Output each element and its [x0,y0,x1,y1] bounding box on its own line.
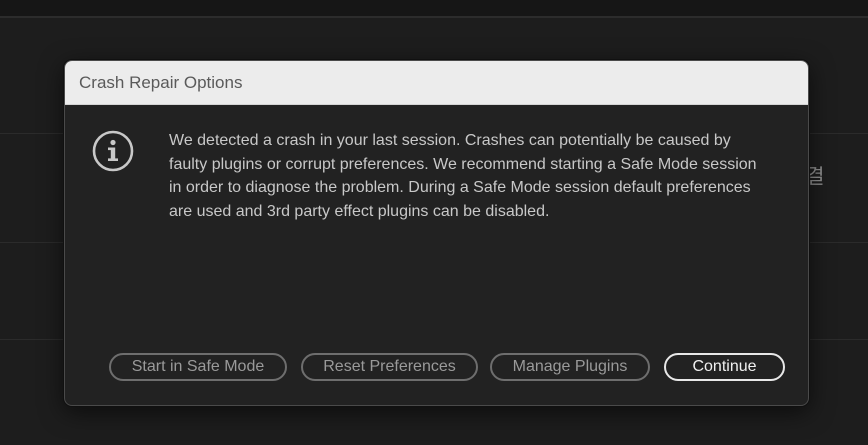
info-icon [92,130,134,172]
continue-button[interactable]: Continue [664,353,785,381]
reset-preferences-button[interactable]: Reset Preferences [301,353,478,381]
crash-repair-dialog: Crash Repair Options We detected a crash… [64,60,809,406]
start-safe-mode-button[interactable]: Start in Safe Mode [109,353,287,381]
manage-plugins-button[interactable]: Manage Plugins [490,353,650,381]
app-top-bar [0,0,868,18]
dialog-body: We detected a crash in your last session… [65,105,808,405]
crash-message: We detected a crash in your last session… [169,132,757,220]
dialog-titlebar[interactable]: Crash Repair Options [65,61,808,105]
dialog-title: Crash Repair Options [79,72,243,92]
